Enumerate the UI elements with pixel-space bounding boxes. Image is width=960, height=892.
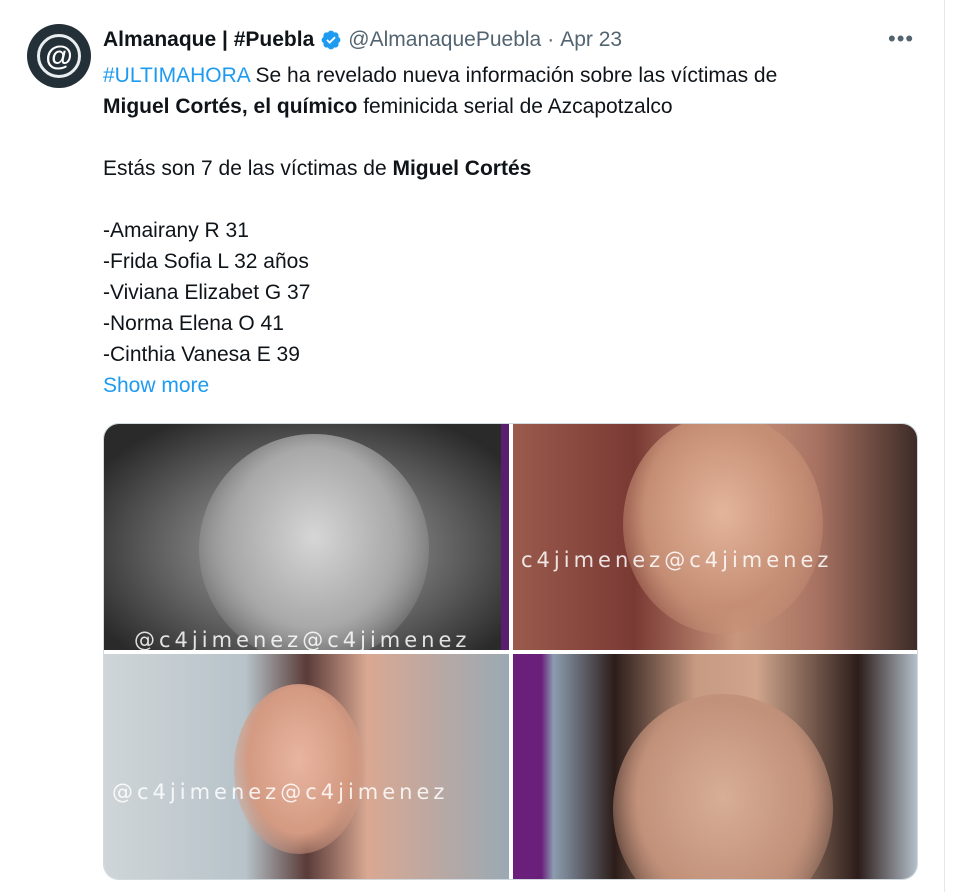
photo-1-face — [199, 434, 429, 650]
photo-3-watermark: @c4jimenez@c4jimenez — [112, 780, 449, 804]
photo-1-watermark: @c4jimenez@c4jimenez — [134, 628, 471, 650]
text-line-3-text: Estás son 7 de las víctimas de — [103, 157, 393, 180]
photo-2[interactable]: c4jimenez@c4jimenez — [513, 424, 917, 650]
text-line-1-rest: Se ha revelado nueva información sobre l… — [249, 64, 778, 87]
author-handle[interactable]: @AlmanaquePuebla — [348, 28, 541, 52]
victim-item: -Amairany R 31 — [103, 219, 249, 242]
media-grid: @c4jimenez@c4jimenez c4jimenez@c4jimenez… — [103, 423, 918, 880]
avatar-ring: @ — [37, 34, 81, 78]
text-line-2-bold: Miguel Cortés, el químico — [103, 95, 358, 118]
photo-2-face — [623, 424, 823, 634]
photo-4[interactable] — [513, 654, 917, 879]
victim-item: -Norma Elena O 41 — [103, 312, 284, 335]
victim-item: -Viviana Elizabet G 37 — [103, 281, 311, 304]
victim-item: -Frida Sofia L 32 años — [103, 250, 309, 273]
separator-dot: · — [547, 28, 555, 51]
photo-2-watermark: c4jimenez@c4jimenez — [521, 548, 833, 572]
victim-item: -Cinthia Vanesa E 39 — [103, 343, 300, 366]
photo-1[interactable]: @c4jimenez@c4jimenez — [104, 424, 509, 650]
tweet-card[interactable]: @ Almanaque | #Puebla @AlmanaquePuebla ·… — [0, 0, 945, 892]
show-more-link[interactable]: Show more — [103, 370, 923, 401]
tweet-date[interactable]: Apr 23 — [560, 28, 622, 52]
text-line-1: #ULTIMAHORA Se ha revelado nueva informa… — [103, 60, 923, 91]
text-line-3: Estás son 7 de las víctimas de Miguel Co… — [103, 153, 923, 184]
hashtag-link[interactable]: #ULTIMAHORA — [103, 64, 250, 87]
verified-badge-icon — [321, 30, 341, 50]
photo-3[interactable]: @c4jimenez@c4jimenez — [104, 654, 509, 879]
text-line-3-bold: Miguel Cortés — [392, 157, 532, 180]
tweet-header: Almanaque | #Puebla @AlmanaquePuebla · A… — [103, 25, 622, 55]
more-options-icon[interactable]: ••• — [888, 26, 914, 52]
text-line-2-rest: feminicida serial de Azcapotzalco — [357, 95, 673, 118]
text-line-2: Miguel Cortés, el químico feminicida ser… — [103, 91, 923, 122]
avatar[interactable]: @ — [27, 24, 91, 88]
photo-4-face — [613, 694, 833, 879]
author-name[interactable]: Almanaque | #Puebla — [103, 28, 314, 52]
photo-1-border — [501, 424, 509, 650]
tweet-text: #ULTIMAHORA Se ha revelado nueva informa… — [103, 60, 923, 401]
avatar-at-icon: @ — [45, 40, 73, 71]
photo-3-face — [234, 684, 364, 854]
